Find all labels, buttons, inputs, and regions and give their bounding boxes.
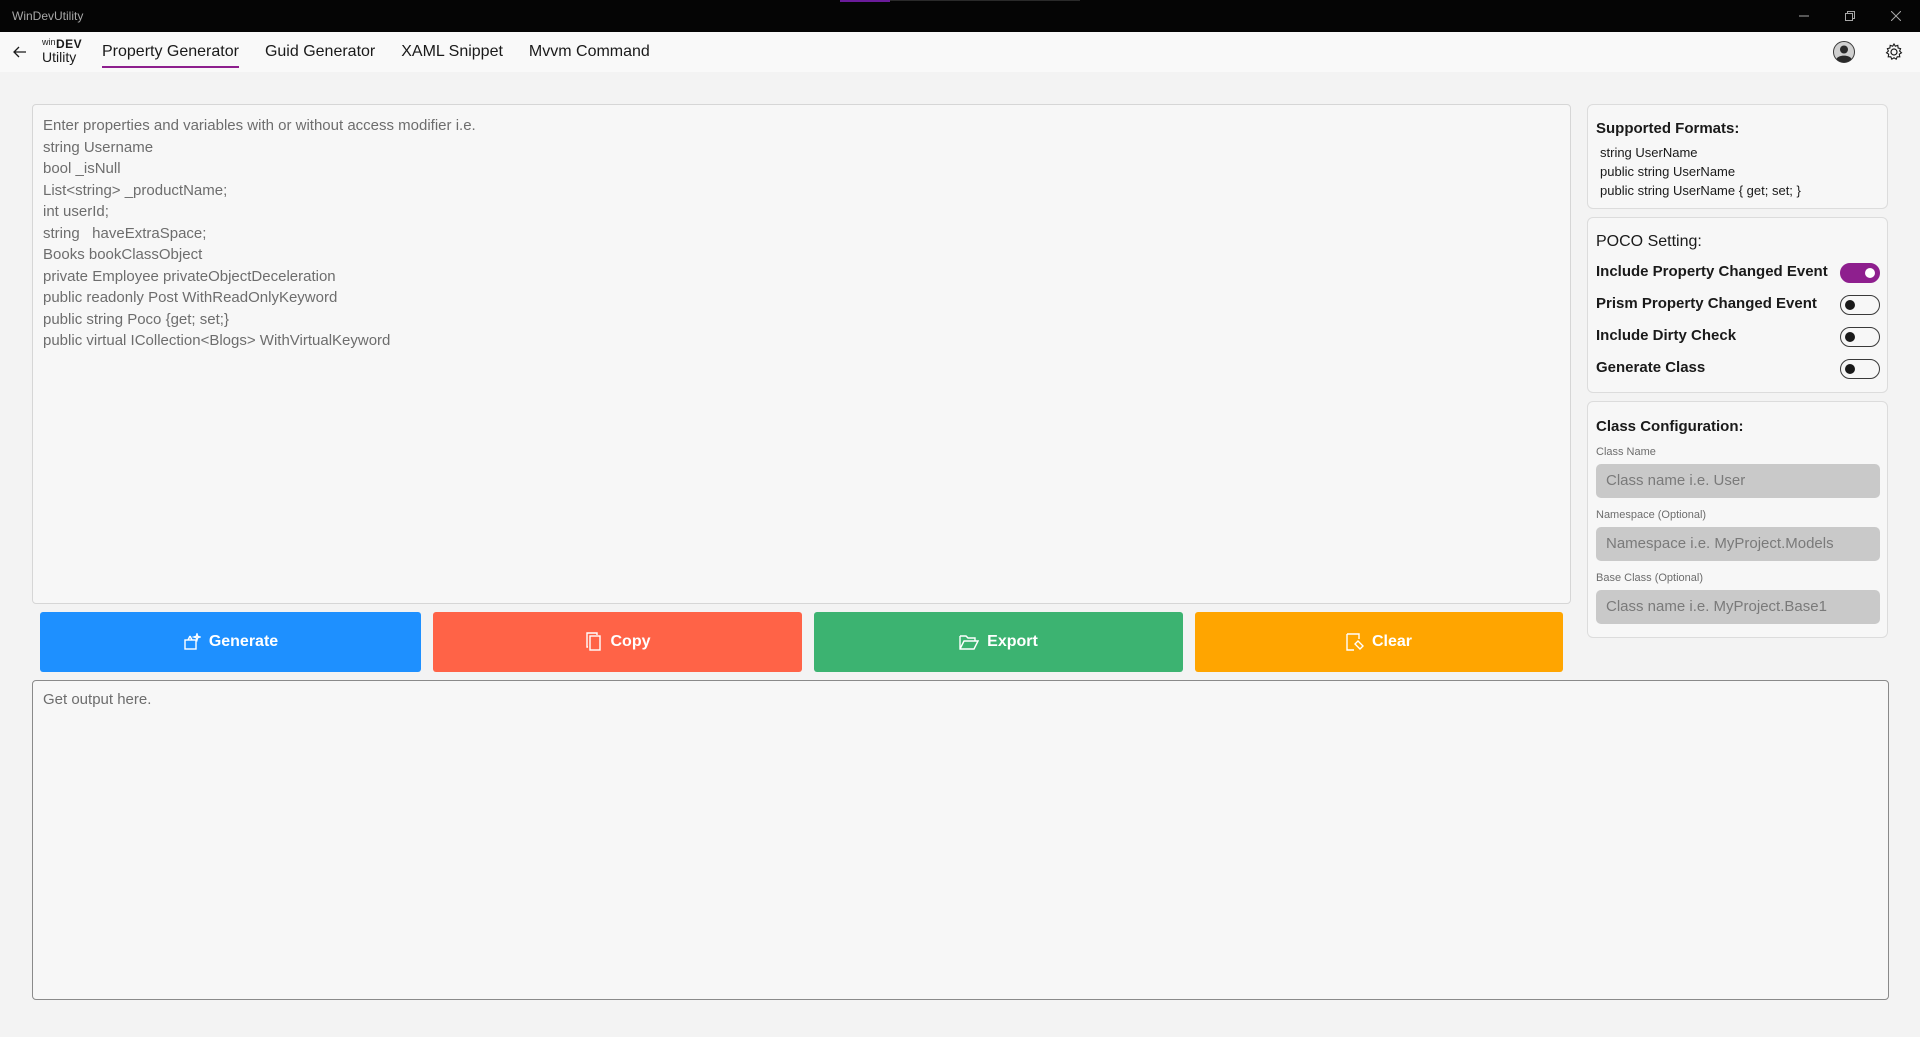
nav-tabs: Property Generator Guid Generator XAML S… [102, 32, 676, 72]
user-avatar-icon [1833, 41, 1855, 63]
base-class-input[interactable] [1596, 590, 1880, 624]
toggle-knob [1845, 331, 1855, 342]
gear-icon [1885, 42, 1903, 61]
close-button[interactable] [1873, 0, 1919, 32]
input-line: bool _isNull [43, 160, 121, 177]
format-line: public string UserName { get; set; } [1600, 183, 1801, 198]
title-divider-strip [890, 0, 1080, 1]
poco-option-label: Generate Class [1596, 359, 1706, 376]
input-line: public readonly Post WithReadOnlyKeyword [43, 289, 338, 306]
toggle-knob [1845, 299, 1855, 310]
output-placeholder: Get output here. [43, 691, 152, 708]
export-label: Export [987, 633, 1038, 650]
copy-button[interactable]: Copy [433, 612, 802, 672]
input-line: string Username [43, 138, 154, 156]
include-dirty-check-toggle[interactable] [1840, 327, 1880, 347]
window-title: WinDevUtility [12, 9, 84, 23]
property-input-textarea[interactable]: Enter properties and variables with or w… [32, 104, 1571, 604]
tab-mvvm-command[interactable]: Mvvm Command [529, 32, 650, 72]
export-button[interactable]: Export [814, 612, 1183, 672]
class-name-input[interactable] [1596, 464, 1880, 498]
poco-option-prism: Prism Property Changed Event [1596, 292, 1880, 316]
class-configuration-title: Class Configuration: [1596, 418, 1744, 435]
clear-label: Clear [1371, 633, 1413, 650]
folder-open-icon [959, 635, 980, 650]
window-title-bar: WinDevUtility [0, 0, 1920, 32]
close-icon [1891, 11, 1901, 21]
back-button[interactable] [8, 40, 32, 64]
include-property-changed-toggle[interactable] [1840, 263, 1880, 283]
generate-label: Generate [208, 633, 279, 650]
input-line: string haveExtraSpace; [43, 224, 207, 242]
user-avatar-button[interactable] [1833, 41, 1855, 63]
poco-option-property-changed: Include Property Changed Event [1596, 260, 1880, 284]
settings-button[interactable] [1884, 42, 1904, 62]
toggle-knob [1865, 267, 1875, 278]
tab-property-generator[interactable]: Property Generator [102, 32, 239, 72]
copy-label: Copy [610, 633, 651, 650]
restore-button[interactable] [1827, 0, 1873, 32]
clear-icon [1346, 633, 1364, 651]
input-line: int userId; [43, 203, 109, 220]
poco-option-generate-class: Generate Class [1596, 356, 1880, 380]
minimize-button[interactable] [1781, 0, 1827, 32]
output-textarea[interactable]: Get output here. [32, 680, 1889, 1000]
class-name-label: Class Name [1596, 446, 1656, 458]
input-line: public virtual ICollection<Blogs> WithVi… [43, 332, 391, 349]
poco-option-label: Include Property Changed Event [1596, 263, 1828, 280]
poco-option-label: Prism Property Changed Event [1596, 295, 1817, 312]
minimize-icon [1799, 15, 1809, 17]
poco-option-dirty-check: Include Dirty Check [1596, 324, 1880, 348]
title-accent-strip [840, 0, 890, 2]
generate-button[interactable]: Generate [40, 612, 421, 672]
clear-button[interactable]: Clear [1195, 612, 1563, 672]
input-line: public string Poco {get; set;} [43, 310, 229, 328]
generate-sparkle-icon [184, 633, 201, 650]
toggle-knob [1845, 363, 1855, 374]
namespace-input[interactable] [1596, 527, 1880, 561]
input-line: Enter properties and variables with or w… [43, 117, 476, 134]
generate-class-toggle[interactable] [1840, 359, 1880, 379]
copy-icon [585, 632, 601, 651]
app-logo: win DEV Utility [40, 37, 88, 67]
prism-property-changed-toggle[interactable] [1840, 295, 1880, 315]
logo-win-text: win [42, 37, 56, 47]
input-line: List<string> _productName; [43, 181, 228, 199]
tab-xaml-snippet[interactable]: XAML Snippet [401, 32, 503, 72]
format-line: public string UserName [1600, 164, 1736, 179]
supported-formats-title: Supported Formats: [1596, 120, 1740, 137]
navigation-bar: win DEV Utility Property Generator Guid … [0, 32, 1920, 72]
tab-guid-generator[interactable]: Guid Generator [265, 32, 375, 72]
supported-formats-panel: Supported Formats: string UserName publi… [1587, 104, 1888, 209]
class-configuration-panel: Class Configuration: Class Name Namespac… [1587, 401, 1888, 638]
poco-settings-title: POCO Setting: [1596, 233, 1702, 250]
logo-utility-text: Utility [42, 49, 77, 65]
poco-option-label: Include Dirty Check [1596, 327, 1737, 344]
arrow-left-icon [13, 46, 26, 58]
format-line: string UserName [1600, 145, 1698, 160]
base-class-label: Base Class (Optional) [1596, 572, 1703, 584]
poco-settings-panel: POCO Setting: Include Property Changed E… [1587, 217, 1888, 393]
restore-icon [1845, 11, 1855, 21]
namespace-label: Namespace (Optional) [1596, 509, 1707, 521]
input-line: Books bookClassObject [43, 246, 203, 263]
input-line: private Employee privateObjectDecelerati… [43, 267, 336, 285]
